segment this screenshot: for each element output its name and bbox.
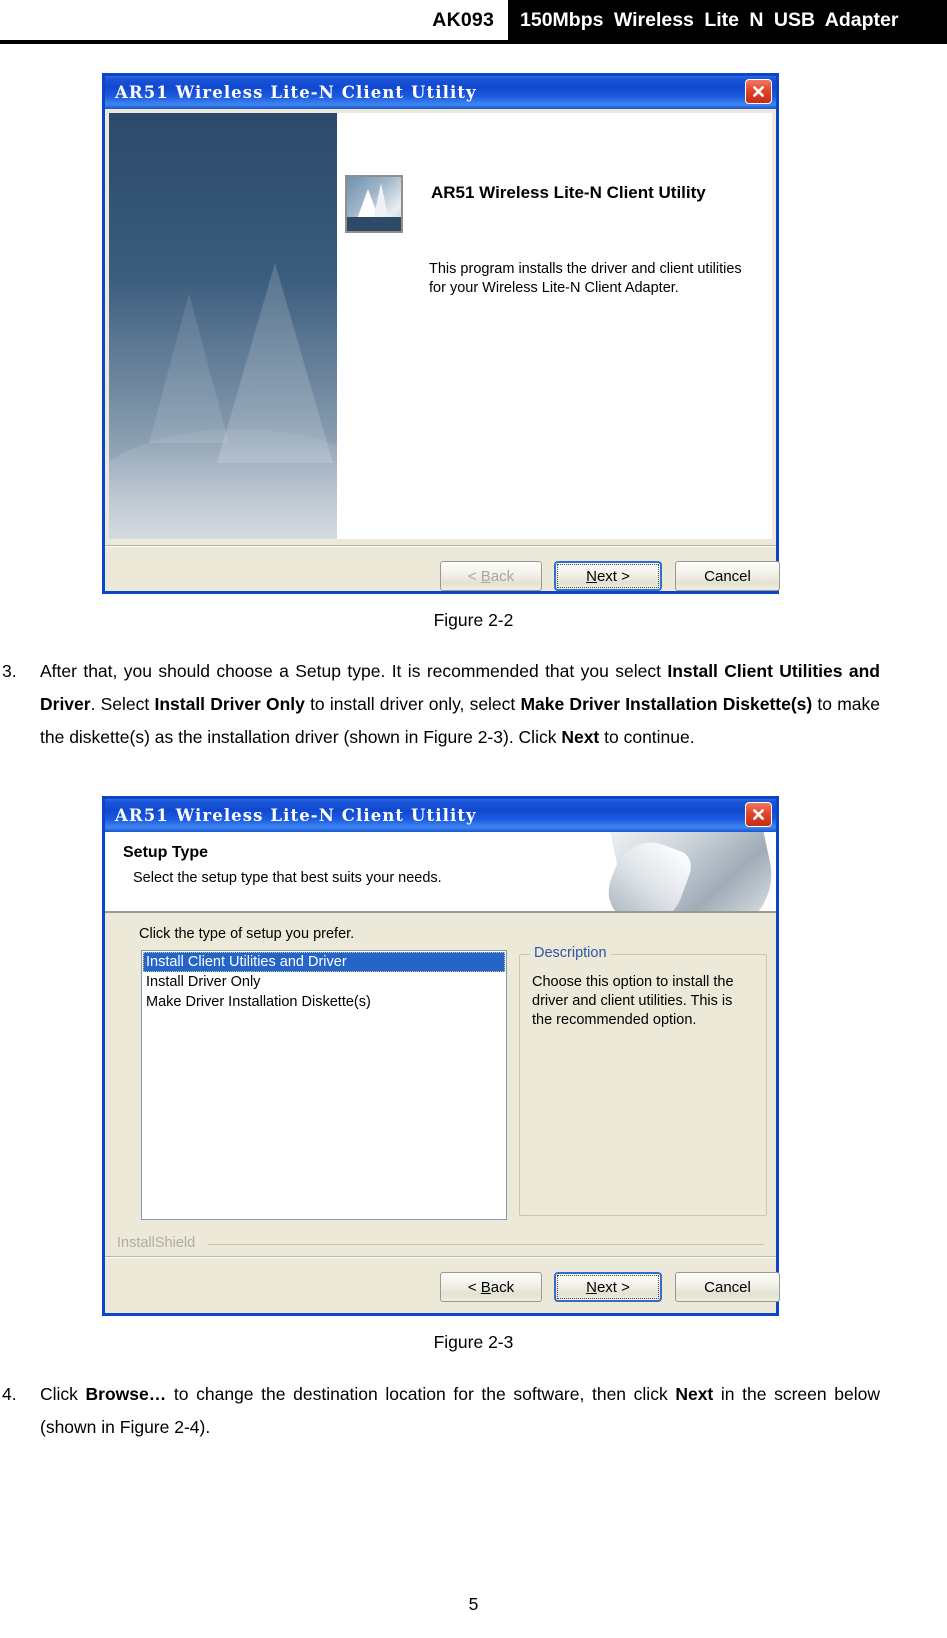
paragraph-4-text: Click Browse… to change the destination … (40, 1384, 880, 1437)
setup-type-heading: Setup Type (123, 844, 209, 861)
dialog2-button-row: < Back Next > Cancel (440, 1272, 780, 1302)
dialog2-titlebar[interactable]: AR51 Wireless Lite-N Client Utility (105, 799, 776, 832)
header-model-text: AK093 (432, 8, 494, 31)
dialog2-title-text: AR51 Wireless Lite-N Client Utility (115, 806, 477, 825)
dialog2-banner: Setup Type Select the setup type that be… (105, 832, 776, 911)
back-button-label: < Back (467, 1278, 515, 1296)
splash-artwork (109, 113, 337, 539)
back-button[interactable]: < Back (440, 561, 542, 591)
setup-type-subheading: Select the setup type that best suits yo… (133, 870, 442, 886)
cancel-button[interactable]: Cancel (675, 561, 780, 591)
wave-shape (109, 429, 337, 539)
banner-divider (105, 911, 776, 913)
paragraph-3-text: After that, you should choose a Setup ty… (40, 661, 880, 747)
header-model-block: AK093 (0, 0, 508, 40)
setup-prompt-label: Click the type of setup you prefer. (139, 926, 355, 942)
list-item[interactable]: Install Driver Only (143, 972, 505, 992)
next-button-inner: Next > (557, 564, 659, 588)
list-item[interactable]: Install Client Utilities and Driver (143, 952, 505, 972)
installer-welcome-dialog: AR51 Wireless Lite-N Client Utility AR51… (102, 73, 780, 594)
setup-type-dialog: AR51 Wireless Lite-N Client Utility Setu… (102, 796, 780, 1316)
page-number: 5 (468, 1594, 479, 1614)
next-button-inner: Next > (557, 1275, 659, 1299)
close-icon[interactable] (745, 802, 772, 827)
icon-base (347, 217, 401, 231)
installshield-label: InstallShield (117, 1235, 196, 1251)
description-legend: Description (530, 945, 611, 961)
back-button[interactable]: < Back (440, 1272, 542, 1302)
paragraph-3: 3. After that, you should choose a Setup… (2, 655, 880, 754)
next-button-label: Next > (586, 1278, 630, 1296)
page-header: AK093 150Mbps Wireless Lite N USB Adapte… (0, 0, 947, 40)
close-icon[interactable] (745, 79, 772, 104)
splash-title: AR51 Wireless Lite-N Client Utility (431, 183, 706, 202)
list-item[interactable]: Make Driver Installation Diskette(s) (143, 992, 505, 1012)
description-groupbox: Description Choose this option to instal… (519, 945, 767, 1216)
header-divider-rule (0, 40, 947, 44)
dialog1-button-row: < Back Next > Cancel (440, 561, 780, 591)
next-button[interactable]: Next > (554, 561, 662, 591)
paragraph-4-number: 4. (2, 1384, 17, 1404)
icon-sail-2 (373, 183, 389, 221)
cancel-button-label: Cancel (704, 567, 751, 585)
dialog2-body: Setup Type Select the setup type that be… (105, 832, 780, 1313)
cancel-button-label: Cancel (704, 1278, 751, 1296)
dialog1-title-text: AR51 Wireless Lite-N Client Utility (115, 83, 477, 102)
header-product-text: 150Mbps Wireless Lite N USB Adapter (520, 8, 899, 31)
installshield-rule (208, 1244, 764, 1245)
cancel-button[interactable]: Cancel (675, 1272, 780, 1302)
header-product-block: 150Mbps Wireless Lite N USB Adapter (508, 0, 947, 40)
splash-content-panel: AR51 Wireless Lite-N Client Utility This… (337, 113, 772, 539)
dialog1-body: AR51 Wireless Lite-N Client Utility This… (105, 109, 780, 591)
figure-2-2-caption: Figure 2-2 (433, 610, 514, 630)
dialog1-titlebar[interactable]: AR51 Wireless Lite-N Client Utility (105, 76, 776, 109)
setup-type-listbox[interactable]: Install Client Utilities and Driver Inst… (141, 950, 507, 1220)
next-button-label: Next > (586, 567, 630, 585)
figure-2-3-caption: Figure 2-3 (433, 1332, 514, 1352)
back-button-label: < Back (467, 567, 515, 585)
dialog1-footer-rule (105, 545, 776, 547)
paragraph-3-number: 3. (2, 661, 17, 681)
product-icon (345, 175, 403, 233)
next-button[interactable]: Next > (554, 1272, 662, 1302)
splash-description: This program installs the driver and cli… (429, 261, 742, 296)
dialog2-footer-rule (105, 1256, 776, 1258)
description-text: Choose this option to install the driver… (532, 974, 734, 1028)
paragraph-4: 4. Click Browse… to change the destinati… (2, 1378, 880, 1444)
